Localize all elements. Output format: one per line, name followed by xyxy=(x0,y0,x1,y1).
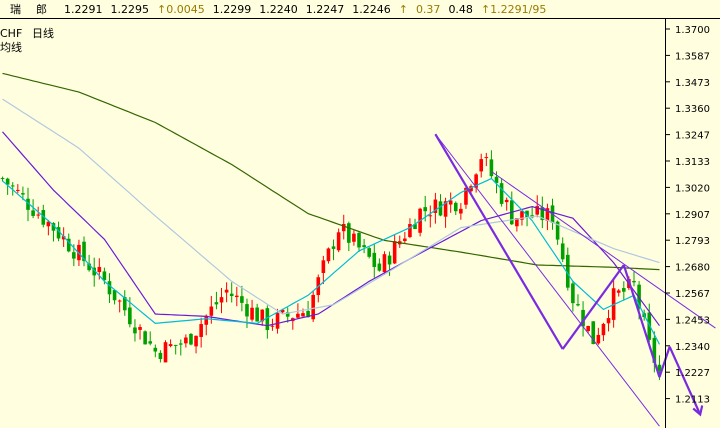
y-tick-label: 1.3473 xyxy=(675,78,710,89)
y-tick-label: 1.2793 xyxy=(675,236,710,247)
header-field-10: ↑1.2291/95 xyxy=(481,3,546,16)
ma-label: 均线 xyxy=(0,40,22,54)
y-tick-label: 1.2680 xyxy=(675,263,710,274)
header-field-2: ↑0.0045 xyxy=(157,3,205,16)
header-field-9: 0.48 xyxy=(448,3,473,16)
header-field-6: 1.2246 xyxy=(352,3,391,16)
header-field-0: 1.2291 xyxy=(64,3,103,16)
candle xyxy=(367,247,371,259)
header-field-3: 1.2299 xyxy=(213,3,252,16)
header-field-7: ↑ xyxy=(399,3,408,16)
header-field-4: 1.2240 xyxy=(259,3,298,16)
y-tick-label: 1.2453 xyxy=(675,315,710,326)
pair-label: CHF xyxy=(0,27,22,40)
y-tick-label: 1.2567 xyxy=(675,289,710,300)
y-tick-label: 1.3020 xyxy=(675,183,710,194)
header-label: 郎 xyxy=(36,2,47,16)
y-tick-label: 1.2907 xyxy=(675,210,710,221)
y-tick-label: 1.2227 xyxy=(675,368,710,379)
candle xyxy=(163,340,168,363)
y-tick-label: 1.3700 xyxy=(675,25,710,36)
candle xyxy=(143,330,147,345)
y-tick-label: 1.2113 xyxy=(675,395,710,406)
y-tick-label: 1.2340 xyxy=(675,342,710,353)
price-chart: 瑞 郎 1.2291 1.2295 ↑0.0045 1.2299 1.2240 1.224… xyxy=(0,0,720,428)
header-symbol: 瑞 xyxy=(10,2,21,16)
header-field-8: 0.37 xyxy=(416,3,441,16)
candle xyxy=(311,290,315,322)
candle xyxy=(382,251,387,275)
header-bar: 瑞 郎 1.2291 1.2295 ↑0.0045 1.2299 1.2240 1.224… xyxy=(0,0,720,19)
y-tick-label: 1.3587 xyxy=(675,51,710,62)
y-tick-label: 1.3133 xyxy=(675,157,710,168)
candle xyxy=(189,332,193,346)
header-field-1: 1.2295 xyxy=(111,3,150,16)
period-label: 日线 xyxy=(32,26,54,40)
y-tick-label: 1.3247 xyxy=(675,131,710,142)
y-tick-label: 1.3360 xyxy=(675,104,710,115)
header-field-5: 1.2247 xyxy=(306,3,345,16)
